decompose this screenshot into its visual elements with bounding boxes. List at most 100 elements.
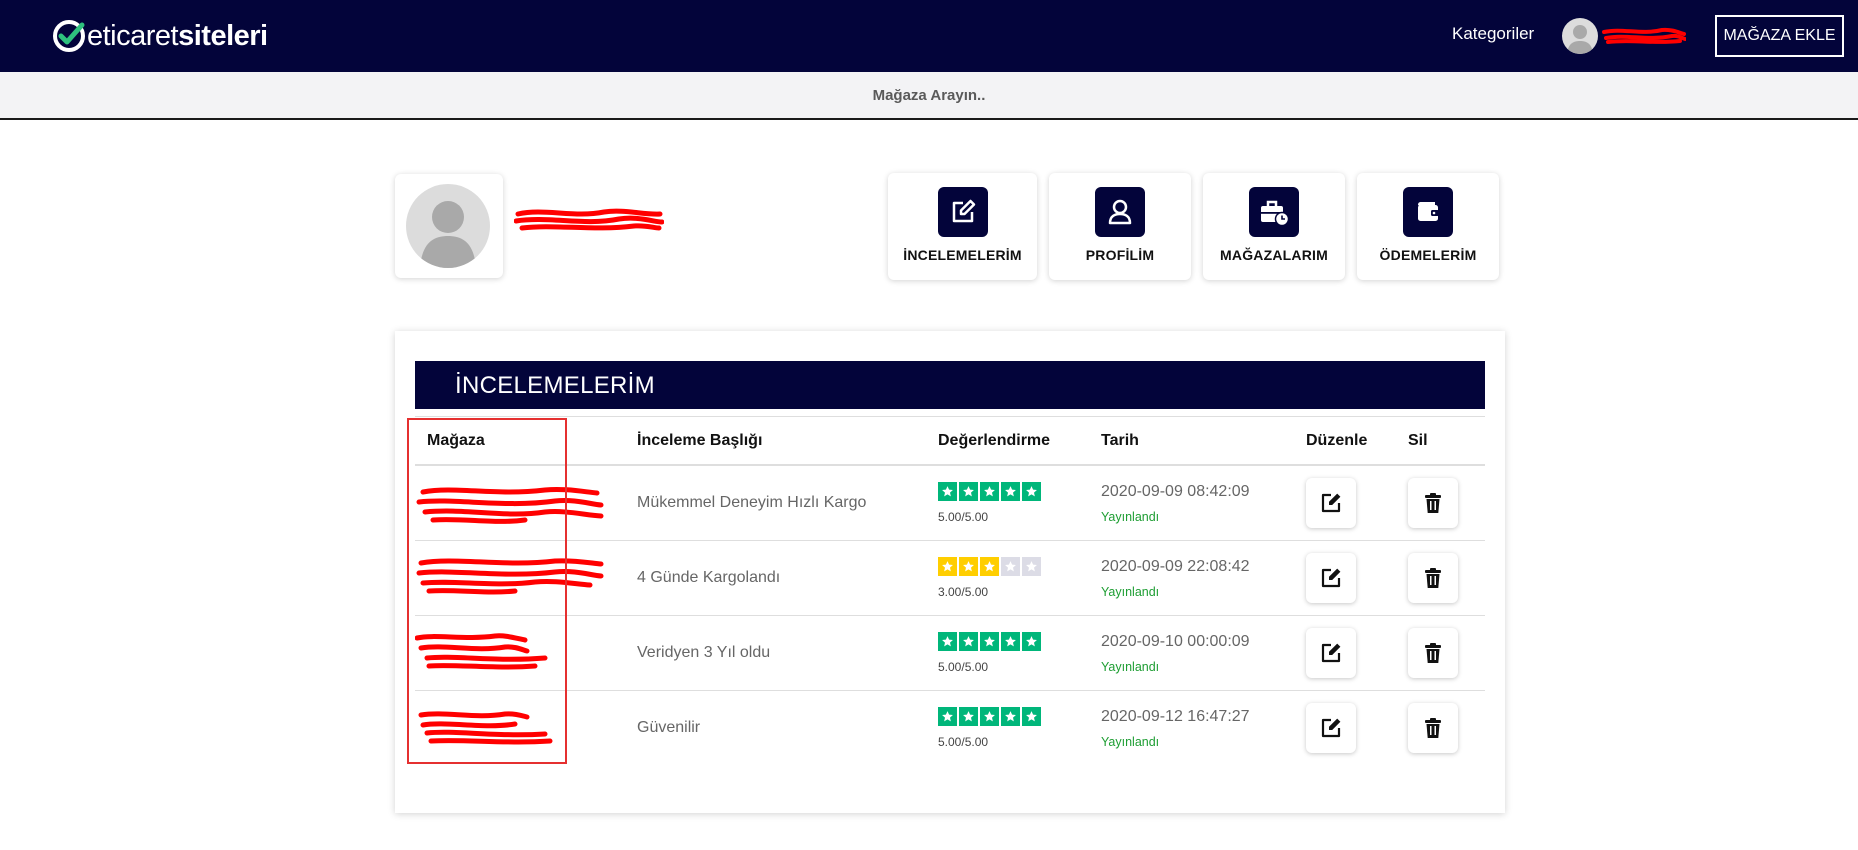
reviews-panel-title: İNCELEMELERİM (455, 372, 655, 399)
redacted-store-name (416, 558, 604, 595)
delete-review-button[interactable] (1408, 703, 1458, 753)
column-header-edit: Düzenle (1306, 432, 1368, 449)
star-icon (938, 482, 957, 501)
site-logo[interactable]: eticaretsiteleri (52, 18, 268, 54)
review-date: 2020-09-12 16:47:27 (1101, 708, 1250, 725)
edit-icon (1319, 491, 1343, 515)
table-row: Veridyen 3 Yıl oldu 5.00/5.00 2020-09-10 0… (415, 616, 1485, 691)
review-date: 2020-09-09 08:42:09 (1101, 483, 1250, 500)
star-icon (1001, 632, 1020, 651)
table-row: Mükemmel Deneyim Hızlı Kargo 5.00/5.00 202… (415, 466, 1485, 541)
star-icon (1022, 557, 1041, 576)
column-header-date: Tarih (1101, 432, 1139, 449)
edit-review-button[interactable] (1306, 628, 1356, 678)
user-icon (1095, 187, 1145, 237)
rating-score: 5.00/5.00 (938, 735, 989, 749)
rating-score: 5.00/5.00 (938, 510, 989, 524)
star-icon (938, 632, 957, 651)
rating-score: 3.00/5.00 (938, 585, 989, 599)
table-body: Mükemmel Deneyim Hızlı Kargo 5.00/5.00 202… (415, 466, 1485, 766)
table-row: Güvenilir 5.00/5.00 2020-09-12 16:47:27 Yay… (415, 691, 1485, 766)
review-title[interactable]: Güvenilir (637, 719, 700, 737)
search-bar (0, 72, 1858, 120)
edit-icon (937, 187, 988, 237)
edit-review-button[interactable] (1306, 553, 1356, 603)
redacted-username (1602, 27, 1686, 44)
star-icon (959, 632, 978, 651)
edit-icon (1319, 566, 1343, 590)
wallet-icon (1403, 187, 1453, 237)
my-reviews-label: İNCELEMELERİM (903, 247, 1022, 263)
my-payments-card[interactable]: ÖDEMELERİM (1357, 173, 1499, 280)
star-rating (938, 632, 1043, 651)
star-icon (980, 632, 999, 651)
star-icon (1022, 482, 1041, 501)
redacted-profile-name (514, 208, 664, 231)
reviews-panel-header: İNCELEMELERİM (415, 361, 1485, 409)
reviews-table: Mağaza İnceleme Başlığı Değerlendirme Ta… (415, 416, 1485, 766)
logo-text: eticaretsiteleri (87, 19, 268, 52)
profile-avatar-icon (406, 184, 490, 268)
my-reviews-card[interactable]: İNCELEMELERİM (888, 173, 1037, 280)
table-row: 4 Günde Kargolandı 3.00/5.00 2020-09-09 22… (415, 541, 1485, 616)
top-navbar: eticaretsiteleri Kategoriler MAĞAZA EKLE (0, 0, 1858, 72)
star-icon (1001, 482, 1020, 501)
star-icon (959, 557, 978, 576)
status-badge: Yayınlandı (1101, 585, 1160, 599)
star-icon (1001, 557, 1020, 576)
edit-review-button[interactable] (1306, 478, 1356, 528)
redacted-store-name (415, 633, 548, 670)
store-search-input[interactable] (729, 80, 1129, 110)
reviews-panel: İNCELEMELERİM Mağaza İnceleme Başlığı De… (395, 331, 1505, 813)
delete-review-button[interactable] (1408, 478, 1458, 528)
my-profile-card[interactable]: PROFİLİM (1049, 173, 1191, 280)
star-rating (938, 707, 1043, 726)
my-stores-card[interactable]: MAĞAZALARIM (1203, 173, 1345, 280)
star-icon (1022, 632, 1041, 651)
trash-icon (1423, 642, 1443, 664)
add-store-button[interactable]: MAĞAZA EKLE (1715, 15, 1844, 57)
review-title[interactable]: Mükemmel Deneyim Hızlı Kargo (637, 494, 866, 512)
review-date: 2020-09-10 00:00:09 (1101, 633, 1250, 650)
review-date: 2020-09-09 22:08:42 (1101, 558, 1250, 575)
review-title[interactable]: Veridyen 3 Yıl oldu (637, 644, 770, 662)
table-header: Mağaza İnceleme Başlığı Değerlendirme Ta… (415, 416, 1485, 466)
status-badge: Yayınlandı (1101, 735, 1160, 749)
column-header-store: Mağaza (427, 432, 485, 449)
redacted-store-name (416, 486, 604, 524)
check-circle-icon (53, 20, 85, 52)
star-icon (959, 482, 978, 501)
my-profile-label: PROFİLİM (1085, 247, 1155, 263)
star-icon (980, 482, 999, 501)
trash-icon (1423, 492, 1443, 514)
star-icon (938, 707, 957, 726)
star-icon (980, 707, 999, 726)
star-icon (1001, 707, 1020, 726)
status-badge: Yayınlandı (1101, 510, 1160, 524)
status-badge: Yayınlandı (1101, 660, 1160, 674)
trash-icon (1423, 567, 1443, 589)
profile-card (395, 174, 503, 278)
redacted-store-name (418, 711, 553, 745)
column-header-review-title: İnceleme Başlığı (637, 432, 763, 449)
delete-review-button[interactable] (1408, 628, 1458, 678)
edit-icon (1319, 641, 1343, 665)
star-rating (938, 557, 1043, 576)
star-icon (938, 557, 957, 576)
trash-icon (1423, 717, 1443, 739)
rating-score: 5.00/5.00 (938, 660, 989, 674)
user-avatar-icon[interactable] (1562, 18, 1598, 54)
star-rating (938, 482, 1043, 501)
review-title[interactable]: 4 Günde Kargolandı (637, 569, 780, 587)
star-icon (980, 557, 999, 576)
star-icon (959, 707, 978, 726)
briefcase-clock-icon (1249, 187, 1299, 237)
my-payments-label: ÖDEMELERİM (1379, 247, 1477, 263)
delete-review-button[interactable] (1408, 553, 1458, 603)
edit-icon (1319, 716, 1343, 740)
star-icon (1022, 707, 1041, 726)
column-header-delete: Sil (1408, 432, 1428, 449)
edit-review-button[interactable] (1306, 703, 1356, 753)
my-stores-label: MAĞAZALARIM (1220, 247, 1328, 263)
nav-categories-link[interactable]: Kategoriler (1452, 24, 1534, 44)
